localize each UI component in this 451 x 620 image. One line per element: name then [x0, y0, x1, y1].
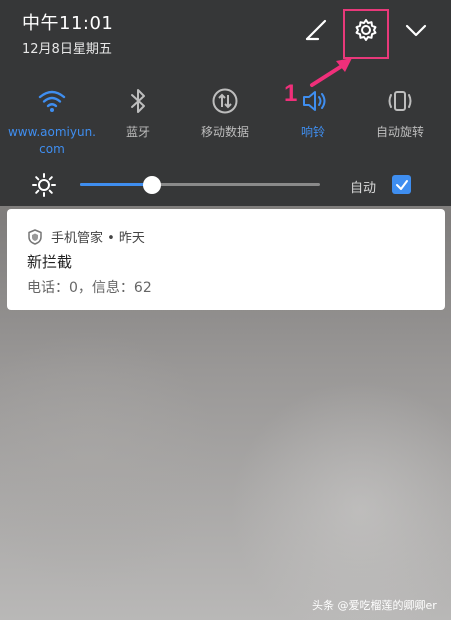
tile-label: 响铃	[300, 125, 325, 139]
quick-tiles: www.aomiyun. com 蓝牙 移动数据 响铃 自动旋转	[0, 84, 451, 164]
watermark: 头条 @爱吃榴莲的卿卿er	[312, 599, 437, 612]
notification-app-name: 手机管家 • 昨天	[51, 231, 145, 246]
rotate-icon	[383, 84, 417, 118]
mobile-data-icon	[208, 84, 242, 118]
notification-header: 手机管家 • 昨天	[27, 227, 145, 246]
tile-label: 移动数据	[200, 125, 249, 139]
background-blur	[230, 380, 451, 620]
auto-brightness-label: 自动	[350, 181, 377, 196]
slider-fill	[80, 183, 152, 186]
slider-thumb[interactable]	[143, 176, 161, 194]
tile-label: www.aomiyun. com	[7, 125, 96, 156]
edit-icon	[305, 19, 327, 41]
app-icon	[28, 228, 42, 245]
auto-brightness-checkbox[interactable]	[392, 175, 411, 194]
expand-button[interactable]	[400, 14, 432, 46]
status-date: 12月8日星期五	[22, 42, 112, 57]
edit-button[interactable]	[300, 14, 332, 46]
background-blur	[0, 330, 220, 590]
notification-title: 新拦截	[27, 253, 73, 271]
status-time: 中午11:01	[22, 13, 114, 34]
quick-settings-panel: 中午11:01 12月8日星期五 www.aomiyun. com 蓝牙 移动数…	[0, 0, 451, 206]
notification-card[interactable]: 手机管家 • 昨天 新拦截 电话：0，信息：62	[7, 209, 445, 310]
brightness-slider[interactable]	[80, 176, 320, 194]
tile-sound[interactable]: 响铃	[268, 84, 358, 164]
tile-auto-rotate[interactable]: 自动旋转	[355, 84, 445, 164]
bluetooth-icon	[121, 84, 155, 118]
brightness-icon	[30, 171, 58, 199]
tile-wifi[interactable]: www.aomiyun. com	[7, 84, 97, 164]
annotation-arrow-icon	[310, 58, 352, 87]
notification-body: 电话：0，信息：62	[27, 280, 152, 296]
wifi-icon	[35, 84, 69, 118]
check-icon	[395, 179, 408, 190]
phone-screen: 中午11:01 12月8日星期五 www.aomiyun. com 蓝牙 移动数…	[0, 0, 451, 620]
tile-label: 自动旋转	[375, 125, 424, 139]
tile-bluetooth[interactable]: 蓝牙	[93, 84, 183, 164]
chevron-down-icon	[405, 24, 427, 37]
tile-mobile-data[interactable]: 移动数据	[180, 84, 270, 164]
tile-label: 蓝牙	[125, 125, 150, 139]
